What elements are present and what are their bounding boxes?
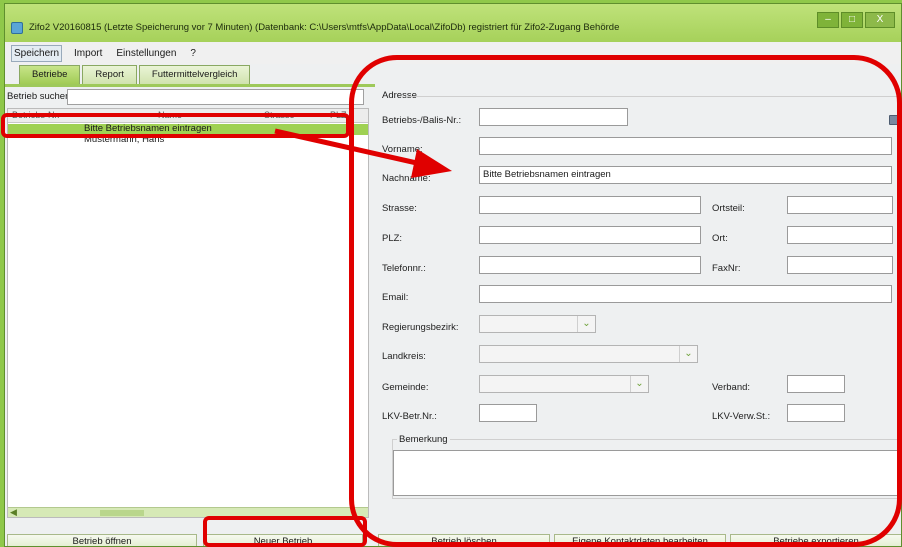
- export-betriebe-button[interactable]: Betriebe exportieren: [730, 534, 901, 546]
- faxnr-field[interactable]: [787, 256, 893, 274]
- search-input[interactable]: [67, 89, 364, 105]
- menu-bar: Speichern Import Einstellungen ?: [5, 42, 901, 64]
- menu-import[interactable]: Import: [72, 46, 104, 61]
- open-betrieb-button[interactable]: Betrieb öffnen: [7, 534, 197, 546]
- horizontal-scrollbar[interactable]: ◀: [8, 507, 368, 517]
- window-title: Zifo2 V20160815 (Letzte Speicherung vor …: [29, 22, 620, 33]
- label-ort: Ort:: [712, 233, 728, 244]
- bemerkung-textarea[interactable]: [393, 450, 899, 496]
- plz-field[interactable]: [479, 226, 701, 244]
- label-faxnr: FaxNr:: [712, 263, 741, 274]
- app-window: Zifo2 V20160815 (Letzte Speicherung vor …: [4, 3, 902, 547]
- telefon-field[interactable]: [479, 256, 701, 274]
- label-regbezirk: Regierungsbezirk:: [382, 322, 459, 333]
- label-plz: PLZ:: [382, 233, 403, 244]
- new-betrieb-button[interactable]: Neuer Betrieb: [203, 534, 363, 546]
- scroll-left-icon[interactable]: ◀: [10, 507, 17, 518]
- search-row: Betrieb suchen:: [5, 87, 375, 107]
- delete-betrieb-button[interactable]: Betrieb löschen: [378, 534, 550, 546]
- betriebsnr-field[interactable]: [479, 108, 628, 126]
- menu-speichern[interactable]: Speichern: [11, 44, 63, 62]
- column-plz[interactable]: PLZ: [330, 110, 347, 120]
- label-strasse: Strasse:: [382, 203, 417, 214]
- label-email: Email:: [382, 292, 409, 303]
- chevron-down-icon[interactable]: ⌄: [630, 376, 648, 392]
- column-betriebsnr[interactable]: Betriebs-Nr.: [12, 110, 60, 120]
- row-name: Bitte Betriebsnamen eintragen: [84, 123, 212, 134]
- label-telefon: Telefonnr.:: [382, 263, 426, 274]
- label-lkvbetr: LKV-Betr.Nr.:: [382, 411, 437, 422]
- label-bemerkung: Bemerkung: [397, 434, 450, 445]
- gemeinde-select[interactable]: ⌄: [479, 375, 649, 393]
- chevron-down-icon[interactable]: ⌄: [679, 346, 697, 362]
- title-bar: Zifo2 V20160815 (Letzte Speicherung vor …: [5, 4, 901, 42]
- label-betriebsnr: Betriebs-/Balis-Nr.:: [382, 115, 462, 126]
- tab-bar: Betriebe Report Futtermittelvergleich: [19, 65, 251, 85]
- window-controls: – □ X: [817, 12, 895, 28]
- label-gemeinde: Gemeinde:: [382, 382, 429, 393]
- app-icon: [11, 22, 23, 34]
- close-button[interactable]: X: [865, 12, 895, 28]
- verband-field[interactable]: [787, 375, 845, 393]
- address-panel: Adresse Betriebs-/Balis-Nr.: Vorname: Na…: [378, 87, 901, 531]
- label-vorname: Vorname:: [382, 144, 423, 155]
- email-field[interactable]: [479, 285, 892, 303]
- ort-field[interactable]: [787, 226, 893, 244]
- lkv-verw-st-field[interactable]: [787, 404, 845, 422]
- ortsteil-field[interactable]: [787, 196, 893, 214]
- group-divider: [406, 96, 901, 97]
- maximize-button[interactable]: □: [841, 12, 863, 28]
- landkreis-select[interactable]: ⌄: [479, 345, 698, 363]
- table-row[interactable]: Mustermann, Hans: [8, 134, 368, 146]
- label-lkvverw: LKV-Verw.St.:: [712, 411, 771, 422]
- lkv-betr-nr-field[interactable]: [479, 404, 537, 422]
- column-strasse[interactable]: Strasse: [264, 110, 295, 120]
- chevron-down-icon[interactable]: ⌄: [577, 316, 595, 332]
- grid-header: Betriebs-Nr. Name Strasse PLZ: [8, 109, 368, 123]
- label-ortsteil: Ortsteil:: [712, 203, 745, 214]
- nachname-field[interactable]: Bitte Betriebsnamen eintragen: [479, 166, 892, 184]
- scrollbar-thumb[interactable]: [100, 510, 144, 516]
- menu-help[interactable]: ?: [188, 46, 198, 61]
- minimize-button[interactable]: –: [817, 12, 839, 28]
- search-label: Betrieb suchen:: [7, 91, 74, 102]
- table-row[interactable]: Bitte Betriebsnamen eintragen: [8, 123, 368, 135]
- menu-einstellungen[interactable]: Einstellungen: [114, 46, 178, 61]
- printer-icon[interactable]: [889, 115, 901, 125]
- tab-betriebe[interactable]: Betriebe: [19, 65, 81, 85]
- label-verband: Verband:: [712, 382, 751, 393]
- edit-contact-button[interactable]: Eigene Kontaktdaten bearbeiten: [554, 534, 726, 546]
- row-name: Mustermann, Hans: [84, 134, 165, 145]
- betriebe-grid: Betriebs-Nr. Name Strasse PLZ Bitte Betr…: [7, 108, 369, 518]
- bemerkung-group: Bemerkung: [392, 434, 900, 499]
- tab-report[interactable]: Report: [82, 65, 137, 85]
- regierungsbezirk-select[interactable]: ⌄: [479, 315, 596, 333]
- vorname-field[interactable]: [479, 137, 892, 155]
- strasse-field[interactable]: [479, 196, 701, 214]
- label-landkreis: Landkreis:: [382, 351, 426, 362]
- column-name[interactable]: Name: [158, 110, 182, 120]
- tab-futtermittelvergleich[interactable]: Futtermittelvergleich: [138, 65, 251, 85]
- label-nachname: Nachname:: [382, 173, 431, 184]
